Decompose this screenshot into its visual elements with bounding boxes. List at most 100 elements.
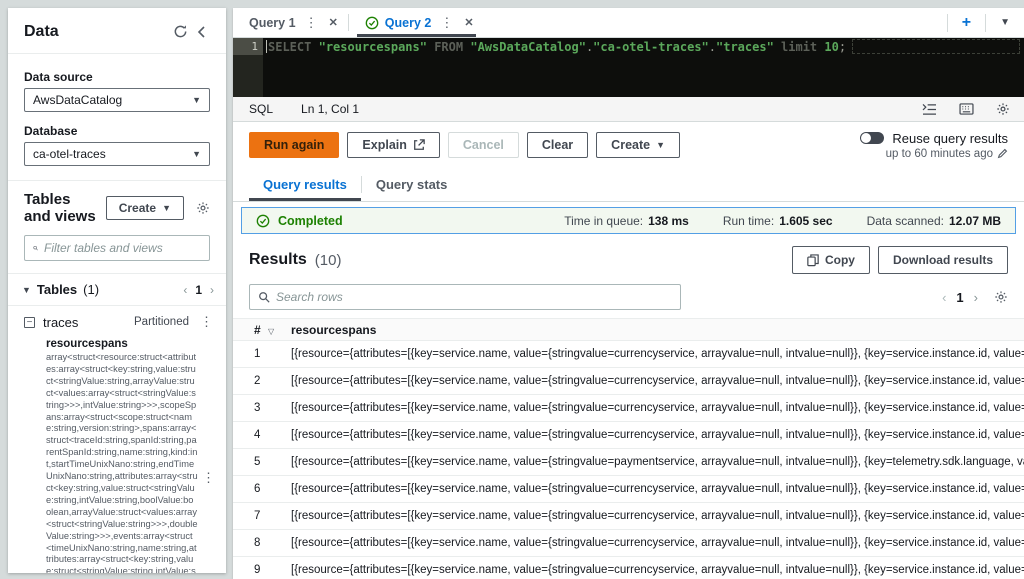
field-type: array<struct<resource:struct<attributes:… [46, 352, 198, 573]
column-header-index[interactable]: # ▽ [233, 323, 291, 337]
chevron-down-icon: ▼ [656, 140, 666, 150]
explain-button[interactable]: Explain [347, 132, 440, 158]
results-count: (10) [314, 251, 342, 269]
sql-line[interactable]: SELECT "resourcespans" FROM "AwsDataCata… [263, 38, 1024, 55]
data-panel-header: Data [8, 8, 226, 54]
row-resourcespans-value: [{resource={attributes=[{key=service.nam… [291, 375, 1024, 387]
tab-query-stats[interactable]: Query stats [362, 168, 462, 201]
clear-button[interactable]: Clear [526, 132, 589, 158]
copy-icon [807, 253, 819, 266]
create-table-button[interactable]: Create ▼ [105, 196, 184, 220]
create-button[interactable]: Create ▼ [596, 132, 681, 158]
tab-query-2[interactable]: Query 2 ⋮ ✕ [349, 8, 484, 37]
tab-label: Query 1 [249, 15, 296, 30]
results-tab-bar: Query results Query stats [233, 168, 1024, 202]
tab-menu-kebab-icon[interactable]: ⋮ [437, 15, 456, 31]
run-again-label: Run again [264, 138, 325, 152]
row-index: 2 [254, 375, 261, 387]
run-again-button[interactable]: Run again [249, 132, 340, 158]
download-results-button[interactable]: Download results [877, 246, 1008, 274]
table-row[interactable]: 5 [{resource={attributes=[{key=service.na… [233, 449, 1024, 476]
tables-pagination: ‹ 1 › [183, 283, 214, 297]
row-index: 9 [254, 564, 261, 576]
row-index: 7 [254, 510, 261, 522]
collapse-panel-icon[interactable] [192, 24, 212, 40]
next-page-icon[interactable]: › [974, 290, 978, 305]
close-icon[interactable]: ✕ [464, 16, 473, 29]
row-index: 4 [254, 429, 261, 441]
search-icon [259, 292, 270, 303]
chevron-down-icon: ▼ [192, 149, 201, 159]
sql-token: FROM [434, 39, 464, 54]
sql-token: "resourcespans" [318, 39, 427, 54]
table-row[interactable]: 4 [{resource={attributes=[{key=service.na… [233, 422, 1024, 449]
edit-pencil-icon[interactable] [997, 148, 1008, 159]
active-line-highlight [852, 39, 1020, 54]
table-field-resourcespans: resourcespans array<struct<resource:stru… [46, 338, 216, 573]
column-header-resourcespans[interactable]: resourcespans [291, 323, 1024, 337]
tables-section-toggle[interactable]: ▼ Tables (1) ‹ 1 › [8, 274, 226, 306]
cancel-button: Cancel [447, 132, 519, 158]
prev-page-icon[interactable]: ‹ [942, 290, 946, 305]
tab-list-dropdown-icon[interactable]: ▼ [986, 17, 1024, 28]
create-label: Create [611, 138, 651, 152]
refresh-icon[interactable] [169, 22, 192, 41]
table-row[interactable]: 6 [{resource={attributes=[{key=service.na… [233, 476, 1024, 503]
chevron-down-icon: ▼ [192, 95, 201, 105]
keyboard-shortcuts-icon[interactable] [955, 101, 978, 117]
text-cursor [266, 40, 267, 53]
sql-token: 10 [824, 39, 839, 54]
field-name: resourcespans [46, 338, 128, 350]
chevron-down-icon: ▼ [162, 203, 171, 213]
source-database-section: Data source AwsDataCatalog ▼ Database ca… [8, 54, 226, 181]
results-settings-gear-icon[interactable] [994, 290, 1008, 304]
database-label: Database [24, 124, 78, 138]
data-source-value: AwsDataCatalog [33, 93, 123, 107]
line-number: 1 [233, 38, 263, 55]
table-row[interactable]: 9 [{resource={attributes=[{key=service.na… [233, 557, 1024, 579]
close-icon[interactable]: ✕ [329, 16, 338, 29]
table-row[interactable]: 1 [{resource={attributes=[{key=service.na… [233, 341, 1024, 368]
tab-menu-kebab-icon[interactable]: ⋮ [302, 15, 321, 31]
search-rows-input[interactable] [276, 290, 672, 304]
index-header-label: # [254, 322, 261, 337]
data-source-select[interactable]: AwsDataCatalog ▼ [24, 88, 210, 112]
query-stat: Time in queue: 138 ms [564, 213, 689, 228]
table-row[interactable]: 8 [{resource={attributes=[{key=service.na… [233, 530, 1024, 557]
copy-button[interactable]: Copy [791, 246, 870, 274]
copy-label: Copy [824, 253, 855, 267]
page-number[interactable]: 1 [195, 283, 202, 297]
tab-label: Query 2 [384, 15, 432, 30]
table-row[interactable]: 3 [{resource={attributes=[{key=service.na… [233, 395, 1024, 422]
tables-filter-input[interactable] [44, 241, 201, 255]
editor-settings-gear-icon[interactable] [992, 100, 1014, 118]
page-number[interactable]: 1 [956, 290, 963, 305]
sql-token: ; [838, 39, 847, 54]
table-row[interactable]: 7 [{resource={attributes=[{key=service.na… [233, 503, 1024, 530]
prev-page-icon[interactable]: ‹ [183, 283, 187, 297]
table-actions-kebab-icon[interactable]: ⋮ [197, 314, 216, 330]
tab-query-results[interactable]: Query results [249, 168, 361, 201]
database-select[interactable]: ca-otel-traces ▼ [24, 142, 210, 166]
status-badge: Completed [278, 213, 343, 228]
format-query-icon[interactable] [918, 101, 941, 118]
chevron-down-icon: ▼ [22, 284, 31, 295]
new-query-tab-button[interactable]: + [948, 14, 985, 32]
create-button-label: Create [118, 201, 157, 215]
query-results-pane: Completed Time in queue: 138 ms Run time: 1… [233, 202, 1024, 579]
row-resourcespans-value: [{resource={attributes=[{key=service.nam… [291, 564, 1024, 576]
table-row[interactable]: 2 [{resource={attributes=[{key=service.na… [233, 368, 1024, 395]
row-resourcespans-value: [{resource={attributes=[{key=service.nam… [291, 402, 1024, 414]
tab-query-1[interactable]: Query 1 ⋮ ✕ [233, 8, 348, 37]
row-index: 8 [254, 537, 261, 549]
toggle-knob [861, 133, 872, 143]
row-resourcespans-value: [{resource={attributes=[{key=service.nam… [291, 537, 1024, 549]
next-page-icon[interactable]: › [210, 283, 214, 297]
results-table-header: # ▽ resourcespans [233, 319, 1024, 341]
field-actions-kebab-icon[interactable]: ⋮ [199, 470, 218, 486]
table-row-traces[interactable]: − traces Partitioned ⋮ [24, 314, 216, 330]
reuse-results-toggle[interactable] [860, 132, 885, 144]
sql-editor[interactable]: 1 SELECT "resourcespans" FROM "AwsDataCa… [233, 38, 1024, 97]
collapse-table-icon[interactable]: − [24, 316, 35, 328]
tables-settings-gear-icon[interactable] [192, 199, 214, 217]
